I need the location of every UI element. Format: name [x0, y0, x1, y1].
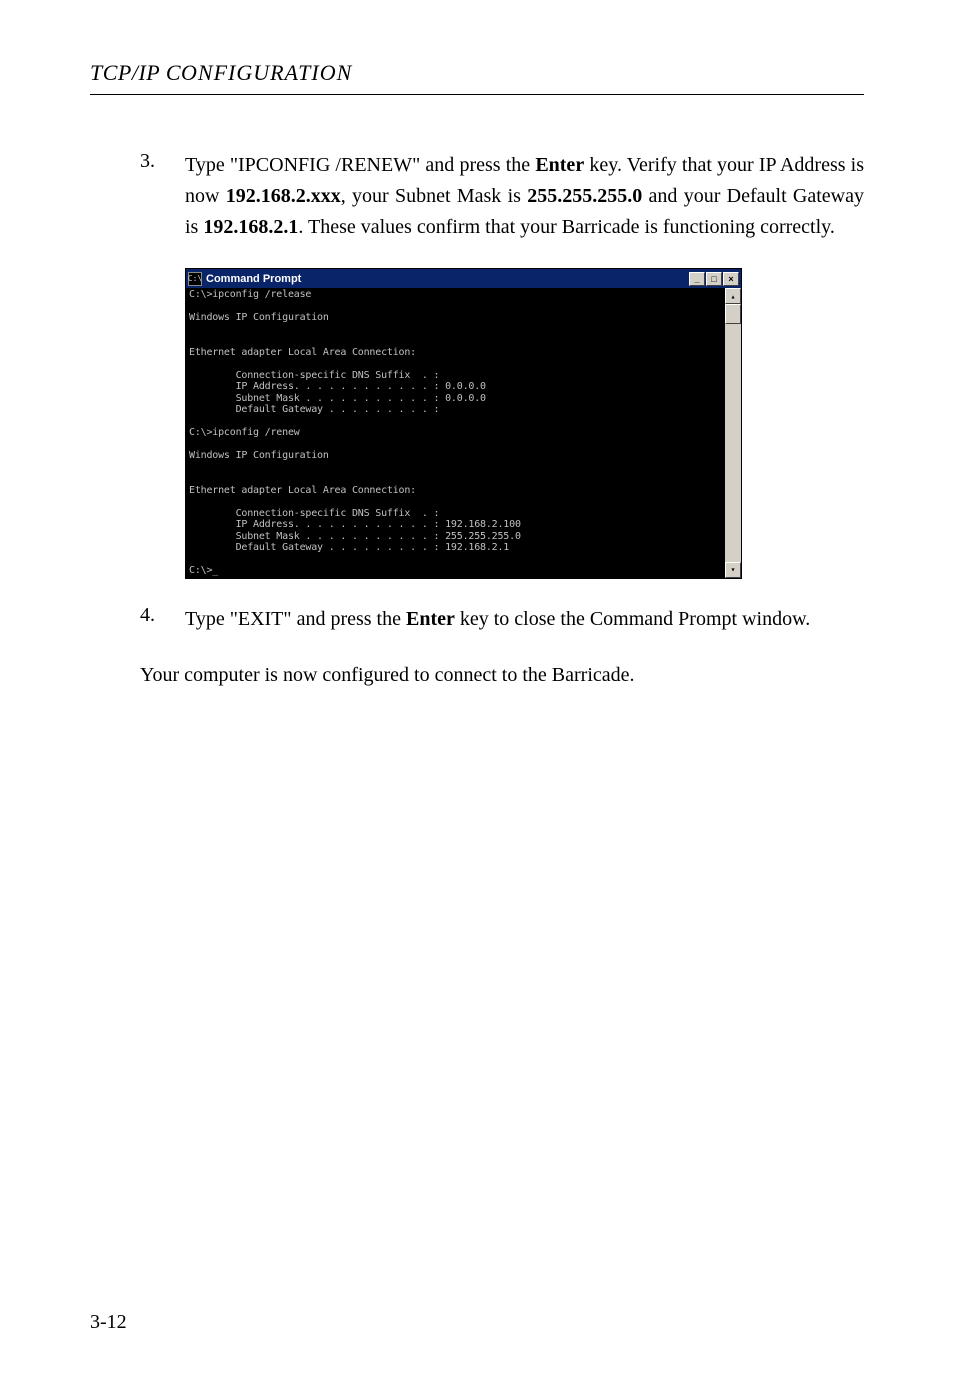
- text: Type "EXIT" and press the: [185, 608, 406, 630]
- minimize-button[interactable]: _: [689, 272, 705, 286]
- text: Type "IPCONFIG /RENEW" and press the: [185, 154, 535, 176]
- window-titlebar[interactable]: C:\ Command Prompt _ □ ×: [186, 269, 741, 288]
- terminal-output[interactable]: C:\>ipconfig /release Windows IP Configu…: [186, 288, 725, 578]
- subnet-mask-value: 255.255.255.0: [527, 185, 642, 207]
- header-prefix: TCP/IP C: [90, 60, 181, 85]
- text: . These values confirm that your Barrica…: [298, 216, 834, 238]
- terminal-area: C:\>ipconfig /release Windows IP Configu…: [186, 288, 741, 578]
- step-4: 4. Type "EXIT" and press the Enter key t…: [90, 604, 864, 635]
- key-enter: Enter: [406, 608, 455, 630]
- closing-text: Your computer is now configured to conne…: [90, 660, 864, 691]
- key-enter: Enter: [535, 154, 584, 176]
- cmd-icon: C:\: [188, 272, 202, 286]
- header-smallcaps: ONFIGURATION: [181, 60, 352, 85]
- ip-address-value: 192.168.2.xxx: [226, 185, 341, 207]
- step-number: 4.: [140, 604, 185, 635]
- text: key to close the Command Prompt window.: [455, 608, 810, 630]
- scroll-down-button[interactable]: ▾: [725, 562, 741, 578]
- maximize-button[interactable]: □: [706, 272, 722, 286]
- step-3: 3. Type "IPCONFIG /RENEW" and press the …: [90, 150, 864, 243]
- gateway-value: 192.168.2.1: [203, 216, 298, 238]
- scrollbar[interactable]: ▴ ▾: [725, 288, 741, 578]
- step-body: Type "IPCONFIG /RENEW" and press the Ent…: [185, 150, 864, 243]
- header-rule: [90, 94, 864, 95]
- page-header: TCP/IP CONFIGURATION: [90, 60, 864, 86]
- scroll-track[interactable]: [725, 304, 741, 562]
- command-prompt-window: C:\ Command Prompt _ □ × C:\>ipconfig /r…: [185, 268, 742, 579]
- step-number: 3.: [140, 150, 185, 243]
- scroll-thumb[interactable]: [725, 304, 741, 324]
- close-button[interactable]: ×: [723, 272, 739, 286]
- window-title: Command Prompt: [206, 273, 689, 285]
- text: , your Subnet Mask is: [341, 185, 527, 207]
- window-buttons: _ □ ×: [689, 272, 739, 286]
- step-body: Type "EXIT" and press the Enter key to c…: [185, 604, 810, 635]
- page-number: 3-12: [90, 1311, 127, 1334]
- scroll-up-button[interactable]: ▴: [725, 288, 741, 304]
